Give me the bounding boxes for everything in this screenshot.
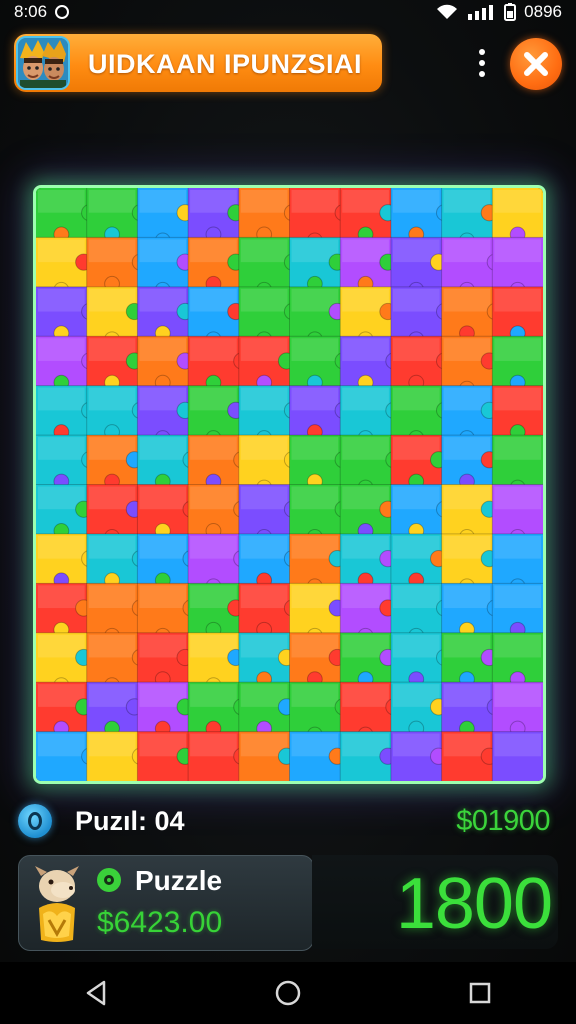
- puzzle-piece[interactable]: [340, 237, 397, 292]
- puzzle-piece[interactable]: [340, 533, 397, 589]
- signal-icon: [468, 5, 494, 20]
- more-vertical-icon-dot: [479, 71, 485, 77]
- score-panel: 1800: [312, 855, 558, 949]
- wifi-icon: [437, 4, 458, 19]
- puzzle-piece[interactable]: [289, 731, 346, 781]
- puzzle-piece[interactable]: [137, 286, 194, 342]
- puzzle-grid: [36, 188, 543, 781]
- level-badge-icon: [18, 804, 52, 838]
- mascot-icon: [35, 866, 79, 942]
- puzzle-piece[interactable]: [492, 336, 543, 391]
- puzzle-piece[interactable]: [441, 632, 498, 688]
- puzzle-piece[interactable]: [188, 188, 245, 243]
- puzzle-piece[interactable]: [86, 682, 144, 737]
- puzzle-piece[interactable]: [492, 188, 543, 243]
- puzzle-piece[interactable]: [188, 237, 245, 292]
- status-bar: 8:06 0896: [0, 0, 576, 24]
- puzzle-piece[interactable]: [238, 336, 296, 391]
- more-menu-button[interactable]: [470, 46, 494, 80]
- puzzle-piece[interactable]: [492, 731, 543, 781]
- puzzle-board[interactable]: [33, 185, 546, 784]
- current-score: 1800: [395, 864, 553, 944]
- top-header: UIDKAAN IPUNZSIAI: [14, 32, 562, 94]
- total-score: $01900: [456, 805, 550, 837]
- system-nav-bar: [0, 962, 576, 1024]
- battery-level: 0896: [524, 2, 562, 21]
- puzzle-piece[interactable]: [340, 484, 397, 539]
- puzzle-piece[interactable]: [340, 188, 397, 243]
- puzzle-piece[interactable]: [238, 731, 296, 781]
- close-icon: [524, 52, 548, 76]
- more-vertical-icon-dot: [479, 60, 485, 66]
- puzzle-card[interactable]: Puzzle $6423.00: [18, 855, 314, 951]
- puzzle-piece[interactable]: [492, 632, 543, 688]
- notification-icon: [55, 5, 70, 19]
- puzzle-piece[interactable]: [390, 682, 448, 737]
- avatar-image: [18, 38, 68, 88]
- puzzle-piece[interactable]: [441, 435, 498, 490]
- game-screen: 8:06 0896 UIDKAAN IPUNZSIAI Puzıl: 04 $0…: [0, 0, 576, 1024]
- puzzle-piece[interactable]: [492, 682, 543, 737]
- close-button[interactable]: [510, 38, 562, 90]
- puzzle-piece[interactable]: [86, 435, 144, 490]
- nav-home-button[interactable]: [258, 973, 318, 1013]
- puzzle-piece[interactable]: [137, 731, 194, 781]
- status-right: 0896: [436, 2, 562, 22]
- puzzle-piece[interactable]: [238, 682, 296, 737]
- puzzle-piece[interactable]: [289, 237, 346, 292]
- game-title: UIDKAAN IPUNZSIAI: [88, 49, 363, 79]
- puzzle-piece[interactable]: [137, 336, 194, 391]
- puzzle-piece[interactable]: [289, 632, 346, 688]
- more-vertical-icon: [479, 49, 485, 55]
- puzzle-piece[interactable]: [340, 731, 397, 781]
- puzzle-piece[interactable]: [390, 533, 448, 589]
- puzzle-piece[interactable]: [36, 583, 93, 638]
- puzzle-piece[interactable]: [86, 336, 144, 391]
- puzzle-piece[interactable]: [137, 682, 194, 737]
- puzzle-piece[interactable]: [492, 286, 543, 342]
- puzzle-status-icon: [97, 868, 121, 892]
- puzzle-piece[interactable]: [441, 731, 498, 781]
- battery-icon: [504, 3, 517, 21]
- player-avatar[interactable]: [16, 36, 70, 90]
- puzzle-piece[interactable]: [36, 682, 93, 737]
- card-amount: $6423.00: [97, 906, 223, 939]
- nav-recents-button[interactable]: [450, 973, 510, 1013]
- puzzle-piece[interactable]: [188, 583, 245, 638]
- home-circle-icon: [275, 980, 301, 1006]
- level-badge-glyph: [28, 812, 42, 830]
- card-title: Puzzle: [135, 865, 223, 896]
- puzzle-piece[interactable]: [238, 632, 296, 688]
- status-time: 8:06: [14, 2, 48, 21]
- puzzle-piece[interactable]: [137, 632, 194, 688]
- puzzle-piece[interactable]: [390, 731, 448, 781]
- title-banner: UIDKAAN IPUNZSIAI: [14, 34, 382, 92]
- puzzle-piece[interactable]: [36, 484, 93, 539]
- recents-square-icon: [469, 982, 491, 1004]
- level-label: Puzıl: 04: [75, 806, 185, 836]
- puzzle-piece[interactable]: [492, 583, 543, 638]
- puzzle-piece[interactable]: [492, 385, 543, 440]
- nav-back-button[interactable]: [66, 973, 126, 1013]
- status-left: 8:06: [14, 2, 70, 22]
- back-triangle-icon: [86, 980, 106, 1006]
- puzzle-piece[interactable]: [340, 632, 397, 688]
- puzzle-piece[interactable]: [390, 435, 448, 490]
